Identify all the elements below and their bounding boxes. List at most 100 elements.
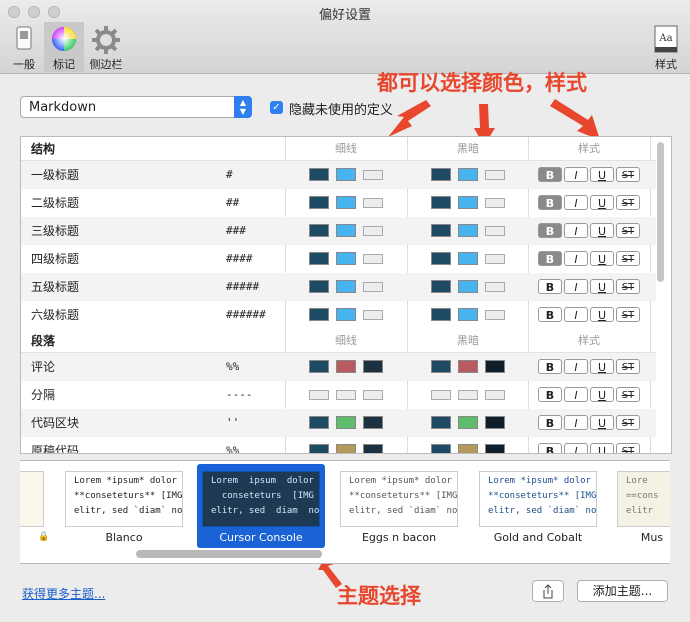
style-button-st[interactable]: ST [616, 387, 640, 402]
color-swatch-thin[interactable] [336, 168, 356, 181]
table-row[interactable]: 六级标题 ###### B I U ST [21, 301, 656, 329]
color-swatch-thin[interactable] [363, 416, 383, 429]
style-button-st[interactable]: ST [616, 307, 640, 322]
color-swatch-thin[interactable] [363, 390, 383, 400]
color-swatch-thin[interactable] [309, 416, 329, 429]
style-button-u[interactable]: U [590, 167, 614, 182]
color-swatch-thin[interactable] [363, 282, 383, 292]
color-swatch-dark[interactable] [458, 196, 478, 209]
theme-thumbnail[interactable]: Lorem ipsum dolor conseteturs [IMG elitr,… [202, 471, 320, 527]
color-swatch-thin[interactable] [363, 198, 383, 208]
color-swatch-dark[interactable] [458, 252, 478, 265]
style-button-u[interactable]: U [590, 223, 614, 238]
table-row[interactable]: 代码区块 '' B I U ST [21, 409, 656, 437]
theme-thumbnail[interactable]: Lorem *ipsum* dolor **conseteturs** [IMG e… [65, 471, 183, 527]
color-swatch-dark[interactable] [431, 224, 451, 237]
color-swatch-thin[interactable] [363, 310, 383, 320]
share-button[interactable] [532, 580, 564, 602]
color-swatch-thin[interactable] [309, 308, 329, 321]
color-swatch-dark[interactable] [458, 280, 478, 293]
style-button-i[interactable]: I [564, 223, 588, 238]
style-button-i[interactable]: I [564, 167, 588, 182]
style-button-st[interactable]: ST [616, 279, 640, 294]
color-swatch-dark[interactable] [431, 252, 451, 265]
color-swatch-dark[interactable] [458, 390, 478, 400]
color-swatch-dark[interactable] [431, 360, 451, 373]
color-swatch-dark[interactable] [485, 226, 505, 236]
color-swatch-dark[interactable] [458, 224, 478, 237]
color-swatch-dark[interactable] [431, 308, 451, 321]
add-theme-button[interactable]: 添加主题... [577, 580, 668, 602]
style-button-u[interactable]: U [590, 387, 614, 402]
theme-name[interactable]: Mus [607, 531, 670, 544]
theme-name[interactable]: Cursor Console [192, 531, 330, 544]
color-swatch-thin[interactable] [309, 196, 329, 209]
table-row[interactable]: 三级标题 ### B I U ST [21, 217, 656, 245]
table-row[interactable]: 分隔 ---- B I U ST [21, 381, 656, 409]
table-row[interactable]: 评论%% B I U ST [21, 353, 656, 381]
style-button-b[interactable]: B [538, 167, 562, 182]
more-themes-link[interactable]: 获得更多主题... [22, 585, 105, 602]
style-button-i[interactable]: I [564, 251, 588, 266]
style-button-b[interactable]: B [538, 223, 562, 238]
color-swatch-dark[interactable] [431, 416, 451, 429]
color-swatch-thin[interactable] [363, 170, 383, 180]
style-button-st[interactable]: ST [616, 251, 640, 266]
color-swatch-dark[interactable] [485, 390, 505, 400]
color-swatch-dark[interactable] [485, 282, 505, 292]
theme-name[interactable]: Eggs n bacon [330, 531, 468, 544]
color-swatch-dark[interactable] [431, 196, 451, 209]
style-button-i[interactable]: I [564, 307, 588, 322]
color-swatch-dark[interactable] [485, 416, 505, 429]
style-button-u[interactable]: U [590, 251, 614, 266]
color-swatch-dark[interactable] [431, 280, 451, 293]
color-swatch-thin[interactable] [336, 224, 356, 237]
color-swatch-thin[interactable] [309, 390, 329, 400]
style-button-i[interactable]: I [564, 359, 588, 374]
style-button-st[interactable]: ST [616, 359, 640, 374]
color-swatch-dark[interactable] [431, 444, 451, 453]
color-swatch-thin[interactable] [309, 224, 329, 237]
style-button-b[interactable]: B [538, 251, 562, 266]
style-button-u[interactable]: U [590, 443, 614, 453]
color-swatch-thin[interactable] [309, 360, 329, 373]
color-swatch-thin[interactable] [309, 252, 329, 265]
table-vertical-scrollbar[interactable] [657, 142, 664, 282]
color-swatch-thin[interactable] [309, 444, 329, 453]
style-button-st[interactable]: ST [616, 195, 640, 210]
style-button-u[interactable]: U [590, 279, 614, 294]
table-row[interactable]: 原稿代码%% B I U ST [21, 437, 656, 453]
style-button-i[interactable]: I [564, 443, 588, 453]
color-swatch-thin[interactable] [336, 444, 356, 453]
theme-thumbnail[interactable]: Lorem *ipsum* dolor **conseteturs** [IMG e… [479, 471, 597, 527]
color-swatch-dark[interactable] [458, 308, 478, 321]
color-swatch-dark[interactable] [458, 444, 478, 453]
style-button-i[interactable]: I [564, 415, 588, 430]
theme-name[interactable]: Gold and Cobalt [469, 531, 607, 544]
color-swatch-dark[interactable] [485, 170, 505, 180]
style-button-b[interactable]: B [538, 415, 562, 430]
color-swatch-thin[interactable] [336, 390, 356, 400]
color-swatch-thin[interactable] [309, 280, 329, 293]
color-swatch-dark[interactable] [485, 360, 505, 373]
style-button-st[interactable]: ST [616, 443, 640, 453]
color-swatch-dark[interactable] [458, 168, 478, 181]
style-button-u[interactable]: U [590, 307, 614, 322]
style-button-i[interactable]: I [564, 195, 588, 210]
table-row[interactable]: 五级标题 ##### B I U ST [21, 273, 656, 301]
color-swatch-thin[interactable] [363, 360, 383, 373]
color-swatch-dark[interactable] [431, 390, 451, 400]
style-button-st[interactable]: ST [616, 223, 640, 238]
color-swatch-dark[interactable] [485, 310, 505, 320]
color-swatch-thin[interactable] [309, 168, 329, 181]
color-swatch-dark[interactable] [431, 168, 451, 181]
style-button-b[interactable]: B [538, 387, 562, 402]
style-button-u[interactable]: U [590, 415, 614, 430]
style-button-b[interactable]: B [538, 279, 562, 294]
color-swatch-dark[interactable] [485, 444, 505, 453]
style-button-b[interactable]: B [538, 443, 562, 453]
style-button-b[interactable]: B [538, 195, 562, 210]
color-swatch-dark[interactable] [485, 198, 505, 208]
theme-thumbnail[interactable]: nno [20, 471, 44, 527]
style-button-i[interactable]: I [564, 279, 588, 294]
